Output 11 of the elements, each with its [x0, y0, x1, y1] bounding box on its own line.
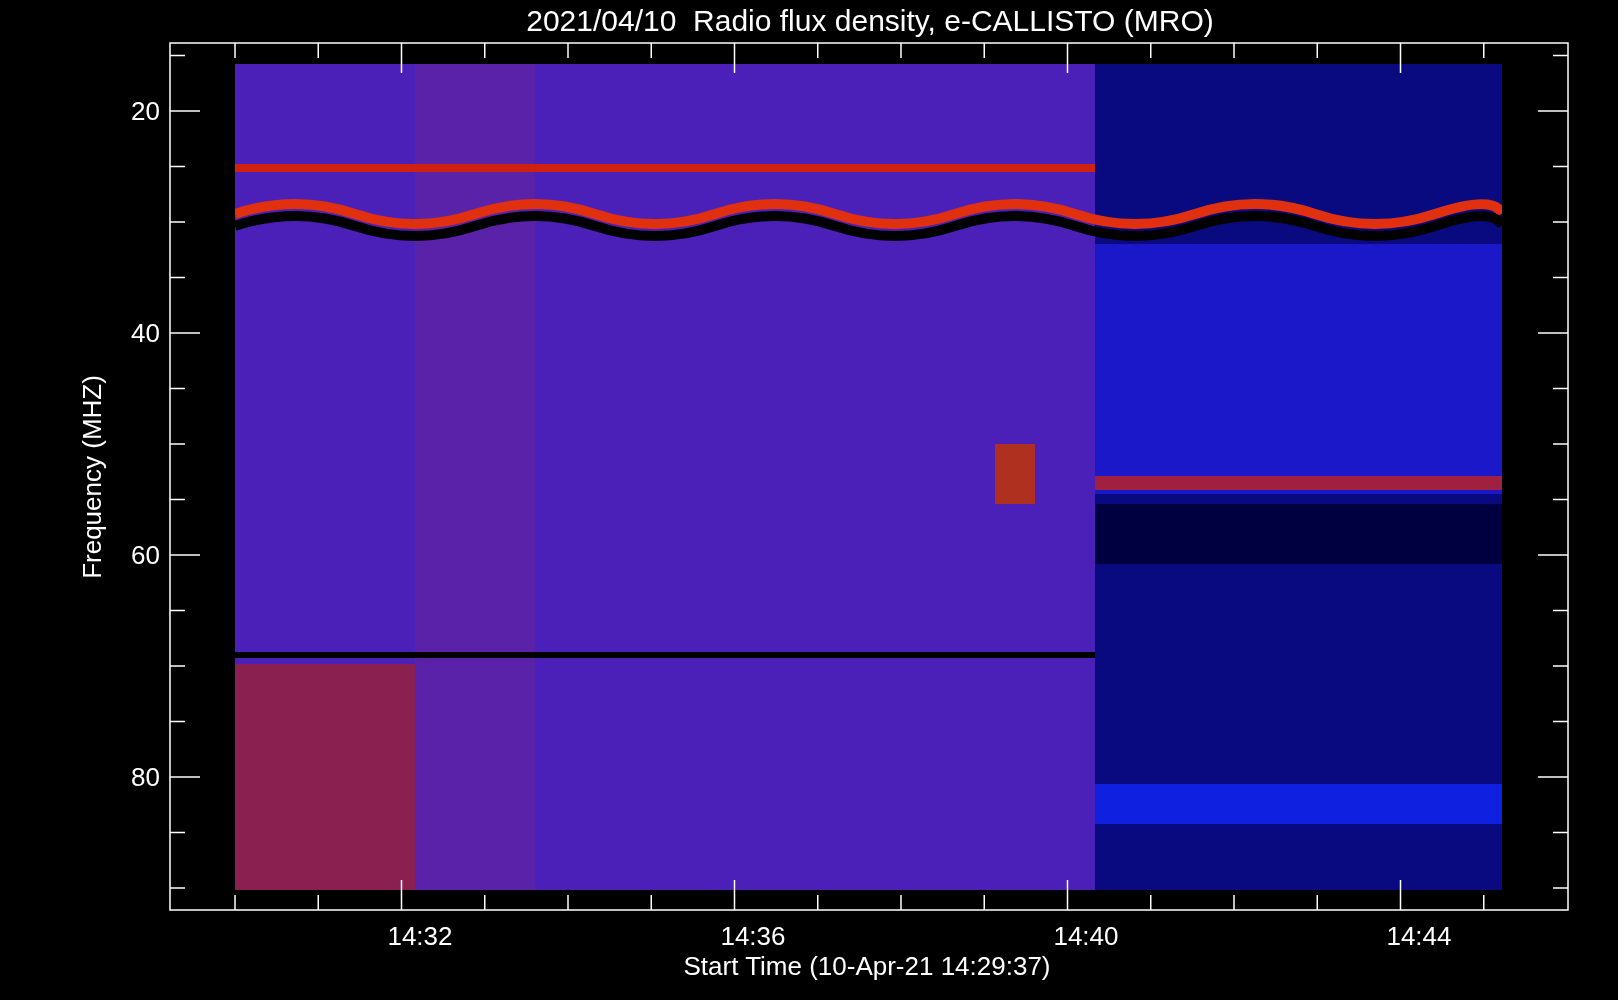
tick-label: 20 — [131, 96, 160, 126]
axis-label: Start Time (10-Apr-21 14:29:37) — [683, 951, 1051, 981]
tick-label: 14:32 — [387, 921, 453, 951]
tick-label: 80 — [131, 762, 160, 792]
tick-label: 40 — [131, 318, 160, 348]
tick-label: 60 — [131, 540, 160, 570]
chart-title: 2021/04/10 Radio flux density, e-CALLISTO (MRO) — [526, 4, 1214, 37]
tick-label: 14:36 — [720, 921, 786, 951]
tick-label: 14:40 — [1053, 921, 1119, 951]
tick-label: 14:44 — [1386, 921, 1452, 951]
axis-label: Frequency (MHZ) — [77, 375, 107, 579]
